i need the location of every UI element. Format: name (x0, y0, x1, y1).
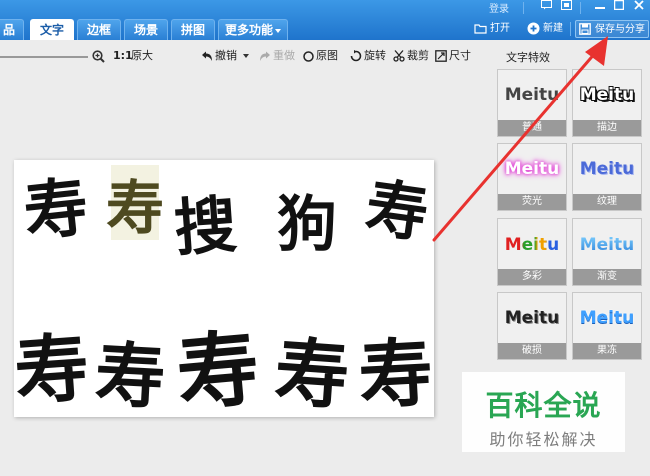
tab-puzzle[interactable]: 拼图 (171, 19, 215, 40)
watermark: 百科全说 助你轻松解决 (462, 372, 625, 452)
glyph: 搜 (172, 188, 239, 265)
redo-button[interactable]: 重做 (259, 48, 295, 64)
save-share-label: 保存与分享 (595, 24, 645, 35)
tab-scene[interactable]: 场景 (124, 19, 168, 40)
effect-preview: Meitu (498, 219, 566, 269)
crop-button[interactable]: 裁剪 (393, 48, 429, 64)
skin-icon[interactable] (560, 0, 572, 12)
resize-label: 尺寸 (449, 49, 471, 62)
divider (580, 2, 581, 14)
rotate-button[interactable]: 旋转 (350, 48, 386, 64)
undo-label: 撤销 (215, 49, 237, 62)
effect-label: 果冻 (573, 343, 641, 359)
redo-label: 重做 (273, 49, 295, 62)
glyph: 狗 (277, 190, 337, 260)
save-share-button[interactable]: 保存与分享 (575, 20, 649, 38)
login-link[interactable]: 登录 (489, 0, 509, 15)
resize-button[interactable]: 尺寸 (435, 48, 471, 64)
glyph: 寿 (93, 333, 167, 417)
svg-text:Meitu: Meitu (505, 235, 560, 255)
undo-button[interactable]: 撤销 (201, 48, 237, 64)
effect-gradient[interactable]: Meitu 渐变 (572, 218, 642, 286)
effect-preview: Meitu (579, 85, 635, 105)
effect-preview: Meitu (579, 159, 635, 179)
effect-preview: Meitu (579, 308, 635, 328)
zoom-slider[interactable] (0, 56, 88, 58)
gradient-text-graphic: Meitu (580, 235, 635, 255)
effect-preview: Meitu (504, 159, 560, 179)
tab-more-label: 更多功能 (224, 23, 273, 37)
text-effects-title: 文字特效 (506, 51, 550, 64)
rotate-label: 旋转 (364, 49, 386, 62)
actual-size-button[interactable]: 1:1 (113, 48, 133, 64)
tab-more-features[interactable]: 更多功能 (218, 19, 288, 40)
effect-preview: Meitu (504, 308, 560, 328)
calligraphy-image: 寿 寿 搜 狗 寿 寿 寿 寿 寿 寿 (14, 165, 434, 417)
folder-icon (474, 22, 487, 35)
tab-border[interactable]: 边框 (77, 19, 121, 40)
zoom-in-icon[interactable] (92, 48, 107, 64)
glyph: 寿 (173, 320, 263, 417)
effect-normal[interactable]: Meitu 普通 (497, 69, 567, 137)
effect-colorful[interactable]: Meitu 多彩 (497, 218, 567, 286)
effect-label: 描边 (573, 120, 641, 136)
edit-toolbar: 1:1 原大 撤销 重做 原图 旋转 裁剪 尺寸 (0, 42, 490, 70)
tab-text[interactable]: 文字 (30, 19, 74, 40)
crop-label: 裁剪 (407, 49, 429, 62)
glyph: 寿 (14, 325, 92, 416)
ratio-label: 1:1 (113, 49, 133, 62)
glyph: 寿 (20, 170, 91, 251)
glyph: 寿 (272, 329, 352, 417)
effect-label: 普通 (498, 120, 566, 136)
watermark-title: 百科全说 (485, 389, 602, 422)
open-button[interactable]: 打开 (474, 20, 510, 38)
minimize-icon[interactable] (594, 0, 606, 12)
maximize-icon[interactable] (613, 0, 625, 12)
original-image-button[interactable]: 原图 (303, 48, 338, 64)
close-icon[interactable] (633, 0, 645, 12)
tab-beautify[interactable]: 品 (0, 19, 24, 40)
effect-label: 荧光 (498, 194, 566, 210)
effect-preview: Meitu (573, 219, 641, 269)
undo-history-dropdown[interactable] (241, 48, 249, 64)
title-bar: 品 文字 边框 场景 拼图 更多功能 登录 打开 新建 保存与分享 (0, 0, 650, 40)
effect-label: 渐变 (573, 269, 641, 285)
save-icon (579, 22, 592, 36)
new-button[interactable]: 新建 (527, 20, 563, 38)
chevron-down-icon (243, 54, 249, 58)
divider (570, 22, 571, 36)
divider (523, 2, 524, 14)
effect-stroke[interactable]: Meitu 描边 (572, 69, 642, 137)
original-size-label[interactable]: 原大 (131, 48, 153, 64)
plus-circle-icon (527, 22, 540, 35)
glyph: 寿 (357, 330, 434, 417)
original-image-label: 原图 (316, 49, 338, 62)
svg-text:Meitu: Meitu (580, 235, 635, 255)
new-label: 新建 (543, 23, 563, 34)
effect-label: 破损 (498, 343, 566, 359)
colorful-text-graphic: Meitu (505, 235, 560, 255)
message-icon[interactable] (540, 0, 552, 12)
chevron-down-icon (275, 28, 281, 33)
effect-broken[interactable]: Meitu 破损 (497, 292, 567, 360)
glyph: 寿 (106, 174, 164, 242)
effect-jelly[interactable]: Meitu 果冻 (572, 292, 642, 360)
watermark-subtitle: 助你轻松解决 (489, 430, 598, 449)
effect-preview: Meitu (504, 85, 560, 105)
effect-glow[interactable]: Meitu 荧光 (497, 143, 567, 211)
glyph: 寿 (361, 170, 433, 251)
effect-texture[interactable]: Meitu 纹理 (572, 143, 642, 211)
open-label: 打开 (490, 23, 510, 34)
effect-label: 多彩 (498, 269, 566, 285)
image-canvas[interactable]: 寿 寿 搜 狗 寿 寿 寿 寿 寿 寿 (14, 160, 434, 417)
effect-label: 纹理 (573, 194, 641, 210)
